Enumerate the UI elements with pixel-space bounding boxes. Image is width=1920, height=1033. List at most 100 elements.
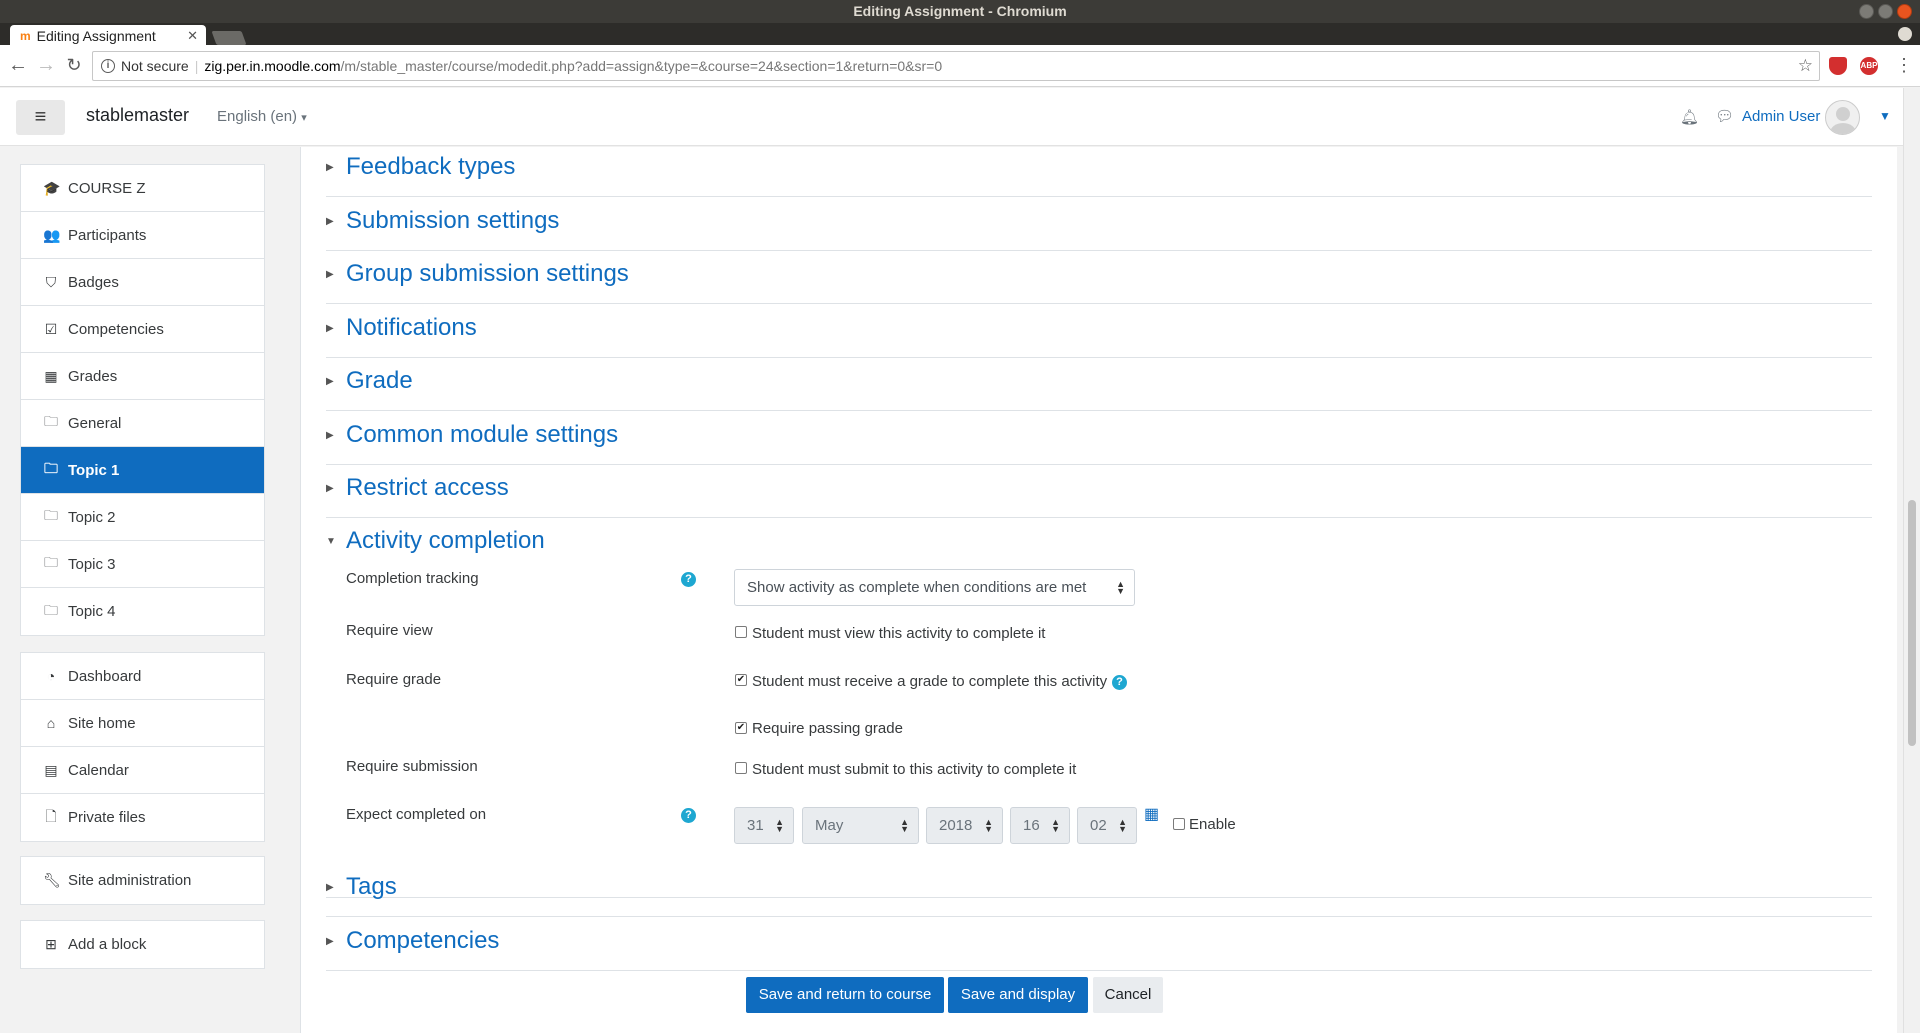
url-host: zig.per.in.moodle.com [204, 58, 341, 74]
sidebar-item-grades[interactable]: ▦ Grades [21, 353, 264, 400]
sidebar-item-badges[interactable]: ⛉ Badges [21, 259, 264, 306]
section-title-restrict-access[interactable]: Restrict access [346, 474, 509, 502]
caret-right-icon[interactable]: ▶ [326, 162, 334, 173]
tab-close-icon[interactable]: ✕ [187, 25, 198, 47]
minute-select[interactable]: 02 ▲ ▼ [1077, 807, 1137, 844]
profile-icon[interactable] [1898, 27, 1912, 41]
day-select[interactable]: 31 ▲ ▼ [734, 807, 794, 844]
site-name[interactable]: stablemaster [86, 105, 189, 126]
window-titlebar: Editing Assignment - Chromium [0, 0, 1920, 23]
sidebar-item-topic-4[interactable]: 🗀 Topic 4 [21, 588, 264, 635]
caret-right-icon[interactable]: ▶ [326, 936, 334, 947]
scrollbar-thumb[interactable] [1908, 500, 1916, 746]
section-title-feedback-types[interactable]: Feedback types [346, 153, 515, 181]
avatar[interactable] [1825, 100, 1860, 135]
sidebar-item-topic-3[interactable]: 🗀 Topic 3 [21, 541, 264, 588]
require-submission-checkbox-label[interactable]: Student must submit to this activity to … [752, 761, 1076, 778]
sidebar-item-topic-2[interactable]: 🗀 Topic 2 [21, 494, 264, 541]
address-bar[interactable]: i Not secure | zig.per.in.moodle.com/m/s… [92, 51, 1820, 81]
month-value: May [815, 817, 844, 834]
require-grade-checkbox-label[interactable]: Student must receive a grade to complete… [752, 673, 1107, 690]
reload-icon[interactable]: ↻ [62, 53, 86, 77]
sidebar-item-private-files[interactable]: 🗋 Private files [21, 794, 264, 841]
page-scrollbar[interactable] [1903, 88, 1920, 1033]
add-block-button[interactable]: ⊞ Add a block [21, 921, 264, 968]
sidebar-item-course-z[interactable]: 🎓 COURSE Z [21, 165, 264, 212]
chat-icon[interactable]: 💬︎ [1715, 107, 1734, 125]
cancel-button[interactable]: Cancel [1093, 977, 1163, 1013]
bookmark-star-icon[interactable]: ☆ [1798, 52, 1813, 80]
save-display-button[interactable]: Save and display [948, 977, 1088, 1013]
moodle-favicon-icon: m [20, 29, 31, 43]
caret-down-icon[interactable]: ▼ [326, 536, 336, 547]
save-return-button[interactable]: Save and return to course [746, 977, 944, 1013]
url-text: zig.per.in.moodle.com/m/stable_master/co… [204, 52, 942, 80]
sidebar-item-calendar[interactable]: ▤ Calendar [21, 747, 264, 794]
section-title-activity-completion[interactable]: Activity completion [346, 527, 545, 555]
sidebar-item-label: Calendar [68, 761, 129, 779]
section-title-notifications[interactable]: Notifications [346, 314, 477, 342]
section-title-tags[interactable]: Tags [346, 873, 397, 901]
new-tab-button[interactable] [211, 31, 247, 45]
back-arrow-icon[interactable]: ← [6, 53, 30, 77]
sidebar-item-competencies[interactable]: ☑ Competencies [21, 306, 264, 353]
sidebar-item-dashboard[interactable]: ◔ Dashboard [21, 653, 264, 700]
minimize-icon[interactable] [1859, 4, 1874, 19]
browser-menu-icon[interactable]: ⋮ [1895, 55, 1913, 76]
section-title-group-submission-settings[interactable]: Group submission settings [346, 260, 629, 288]
forward-arrow-icon[interactable]: → [34, 53, 58, 77]
sidebar-item-participants[interactable]: 👥 Participants [21, 212, 264, 259]
enable-date-checkbox[interactable] [1173, 818, 1185, 830]
shield-extension-icon[interactable] [1829, 57, 1847, 75]
adblock-extension-icon[interactable]: ABP [1860, 57, 1878, 75]
section-title-submission-settings[interactable]: Submission settings [346, 207, 559, 235]
section-title-common-module-settings[interactable]: Common module settings [346, 421, 618, 449]
user-menu-caret-icon[interactable]: ▼ [1879, 109, 1891, 123]
sidebar-item-topic-1[interactable]: 🗀 Topic 1 [21, 447, 264, 494]
drawer-toggle-button[interactable]: ≡ [16, 100, 65, 135]
require-grade-checkbox[interactable]: ✔ [735, 674, 747, 686]
hour-select[interactable]: 16 ▲ ▼ [1010, 807, 1070, 844]
browser-tab[interactable]: m Editing Assignment ✕ [10, 25, 206, 47]
section-title-grade[interactable]: Grade [346, 367, 413, 395]
plus-square-icon: ⊞ [45, 936, 57, 952]
require-passing-checkbox-label[interactable]: Require passing grade [752, 720, 903, 737]
caret-right-icon[interactable]: ▶ [326, 483, 334, 494]
info-icon[interactable]: i [101, 59, 115, 73]
sidebar-item-label: Badges [68, 273, 119, 291]
month-select[interactable]: May ▲ ▼ [802, 807, 919, 844]
caret-right-icon[interactable]: ▶ [326, 430, 334, 441]
language-menu[interactable]: English (en) ▾ [217, 108, 307, 125]
sidebar-item-general[interactable]: 🗀 General [21, 400, 264, 447]
require-view-checkbox-label[interactable]: Student must view this activity to compl… [752, 625, 1045, 642]
require-view-checkbox[interactable] [735, 626, 747, 638]
help-icon[interactable]: ? [681, 572, 696, 587]
caret-right-icon[interactable]: ▶ [326, 269, 334, 280]
help-icon[interactable]: ? [681, 808, 696, 823]
section-tags: ▶ Tags [326, 864, 1872, 917]
year-value: 2018 [939, 817, 973, 834]
year-select[interactable]: 2018 ▲ ▼ [926, 807, 1003, 844]
bell-icon[interactable]: 🔔︎ [1680, 108, 1699, 126]
section-title-competencies[interactable]: Competencies [346, 927, 499, 955]
sidebar-item-site-home[interactable]: ⌂ Site home [21, 700, 264, 747]
caret-right-icon[interactable]: ▶ [326, 216, 334, 227]
require-passing-checkbox[interactable]: ✔ [735, 722, 747, 734]
sidebar-item-label: Private files [68, 809, 146, 826]
completion-tracking-select[interactable]: Show activity as complete when condition… [734, 569, 1135, 606]
calendar-icon[interactable]: ▦ [1144, 804, 1159, 824]
maximize-icon[interactable] [1878, 4, 1893, 19]
caret-right-icon[interactable]: ▶ [326, 323, 334, 334]
require-grade-label: Require grade [346, 671, 442, 688]
caret-right-icon[interactable]: ▶ [326, 376, 334, 387]
require-submission-checkbox[interactable] [735, 762, 747, 774]
close-window-icon[interactable] [1897, 4, 1912, 19]
caret-right-icon[interactable]: ▶ [326, 882, 334, 893]
enable-date-label[interactable]: Enable [1189, 816, 1236, 833]
select-arrows-icon: ▲ ▼ [775, 816, 784, 834]
sidebar-item-label: Site home [68, 714, 136, 732]
help-icon[interactable]: ? [1112, 675, 1127, 690]
sidebar-item-site-administration[interactable]: 🔧︎ Site administration [21, 857, 264, 904]
user-menu-name[interactable]: Admin User [1742, 108, 1820, 125]
chevron-down-icon: ▾ [301, 112, 307, 124]
